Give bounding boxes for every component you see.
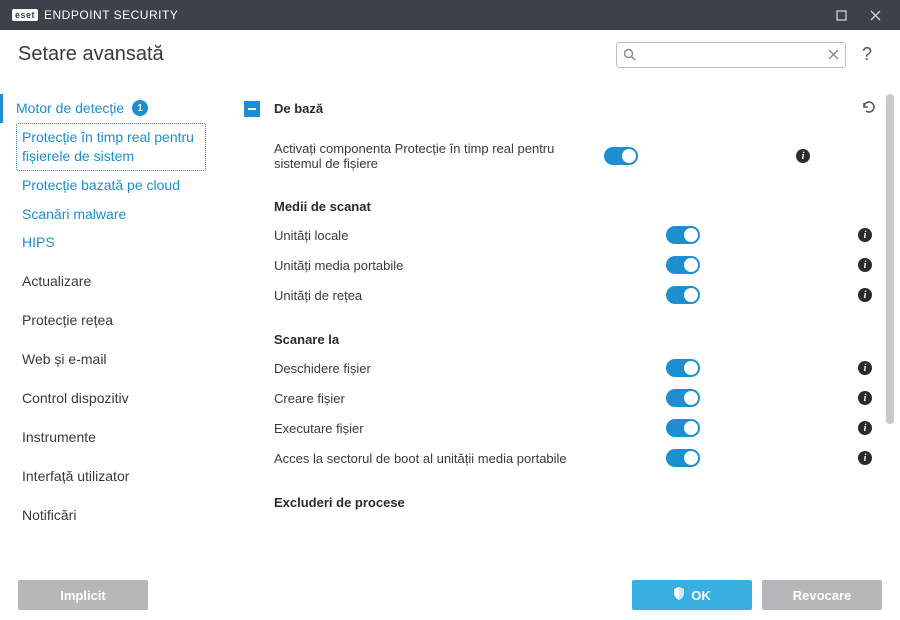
toggle-enable-realtime[interactable] [604, 147, 638, 165]
help-button[interactable]: ? [852, 44, 882, 65]
window-close-button[interactable] [858, 0, 892, 30]
footer: Implicit OK Revocare [0, 570, 900, 620]
header: Setare avansată ? [0, 30, 900, 80]
toggle-local-drives[interactable] [666, 226, 700, 244]
subheading-media: Medii de scanat [238, 177, 880, 220]
info-icon[interactable]: i [858, 288, 872, 302]
search-clear-button[interactable] [821, 49, 845, 60]
toggle-network-drives[interactable] [666, 286, 700, 304]
info-icon[interactable]: i [858, 391, 872, 405]
sidebar-item-label: Protecție bazată pe cloud [22, 177, 180, 193]
product-name: ENDPOINT SECURITY [44, 8, 178, 22]
search-input[interactable] [641, 47, 821, 62]
row-network-drives: Unități de rețea i [238, 280, 880, 310]
sidebar-item-tools[interactable]: Instrumente [16, 423, 238, 452]
sidebar-item-label: HIPS [22, 234, 55, 250]
page-title: Setare avansată [18, 43, 616, 66]
sidebar-item-label: Actualizare [22, 273, 91, 289]
info-icon[interactable]: i [858, 361, 872, 375]
sidebar-item-detection-engine[interactable]: Motor de detecție 1 [0, 94, 238, 123]
sidebar-item-notifications[interactable]: Notificări [16, 501, 238, 530]
brand: eset ENDPOINT SECURITY [12, 8, 178, 22]
sidebar-item-label: Control dispozitiv [22, 390, 129, 406]
toggle-file-create[interactable] [666, 389, 700, 407]
sidebar-item-update[interactable]: Actualizare [16, 267, 238, 296]
info-icon[interactable]: i [858, 228, 872, 242]
info-icon[interactable]: i [858, 421, 872, 435]
info-icon[interactable]: i [796, 149, 810, 163]
ok-button[interactable]: OK [632, 580, 752, 610]
row-portable-media: Unități media portabile i [238, 250, 880, 280]
badge: 1 [132, 100, 148, 116]
sidebar-item-label: Web și e-mail [22, 351, 107, 367]
row-label: Deschidere fișier [274, 361, 666, 376]
shield-icon [673, 587, 685, 603]
sidebar-item-realtime-protection[interactable]: Protecție în timp real pentru fișierele … [16, 123, 206, 171]
info-icon[interactable]: i [858, 451, 872, 465]
info-icon[interactable]: i [858, 258, 872, 272]
sidebar-item-label: Instrumente [22, 429, 96, 445]
sidebar-item-cloud-protection[interactable]: Protecție bazată pe cloud [16, 171, 238, 200]
sidebar-item-hips[interactable]: HIPS [16, 228, 238, 257]
row-label: Unități locale [274, 228, 666, 243]
subheading-process-exclusions: Excluderi de procese [238, 473, 880, 516]
row-label: Activați componenta Protecție în timp re… [274, 141, 604, 171]
subheading-scan-on: Scanare la [238, 310, 880, 353]
row-label: Unități media portabile [274, 258, 666, 273]
toggle-portable-media[interactable] [666, 256, 700, 274]
toggle-file-exec[interactable] [666, 419, 700, 437]
undo-button[interactable] [858, 96, 880, 121]
titlebar: eset ENDPOINT SECURITY [0, 0, 900, 30]
sidebar-item-malware-scans[interactable]: Scanări malware [16, 200, 238, 229]
scrollbar[interactable] [886, 94, 894, 564]
row-label: Unități de rețea [274, 288, 666, 303]
search-icon [617, 48, 641, 61]
sidebar-item-label: Scanări malware [22, 206, 126, 222]
sidebar-item-device-control[interactable]: Control dispozitiv [16, 384, 238, 413]
eset-logo: eset [12, 9, 38, 21]
cancel-button[interactable]: Revocare [762, 580, 882, 610]
sidebar-item-label: Notificări [22, 507, 76, 523]
ok-label: OK [691, 588, 711, 603]
section-header-basic: De bază [238, 94, 880, 135]
sidebar-item-label: Protecție în timp real pentru fișierele … [22, 129, 194, 164]
row-file-create: Creare fișier i [238, 383, 880, 413]
scroll-thumb[interactable] [886, 94, 894, 424]
row-file-exec: Executare fișier i [238, 413, 880, 443]
row-label: Executare fișier [274, 421, 666, 436]
window-maximize-button[interactable] [824, 0, 858, 30]
minus-icon [248, 108, 256, 110]
toggle-file-open[interactable] [666, 359, 700, 377]
row-label: Creare fișier [274, 391, 666, 406]
sidebar-item-user-interface[interactable]: Interfață utilizator [16, 462, 238, 491]
sidebar-item-label: Protecție rețea [22, 312, 113, 328]
sidebar-item-label: Motor de detecție [16, 99, 124, 118]
default-button[interactable]: Implicit [18, 580, 148, 610]
row-local-drives: Unități locale i [238, 220, 880, 250]
section-title: De bază [274, 101, 844, 116]
sidebar: Motor de detecție 1 Protecție în timp re… [0, 80, 238, 570]
sidebar-item-web-email[interactable]: Web și e-mail [16, 345, 238, 374]
content-panel: De bază Activați componenta Protecție în… [238, 80, 900, 570]
row-file-open: Deschidere fișier i [238, 353, 880, 383]
row-label: Acces la sectorul de boot al unității me… [274, 451, 666, 466]
row-boot-sector: Acces la sectorul de boot al unității me… [238, 443, 880, 473]
row-enable-realtime: Activați componenta Protecție în timp re… [238, 135, 880, 177]
collapse-toggle[interactable] [244, 101, 260, 117]
sidebar-item-label: Interfață utilizator [22, 468, 129, 484]
search-field[interactable] [616, 42, 846, 68]
sidebar-item-network-protection[interactable]: Protecție rețea [16, 306, 238, 335]
toggle-boot-sector[interactable] [666, 449, 700, 467]
